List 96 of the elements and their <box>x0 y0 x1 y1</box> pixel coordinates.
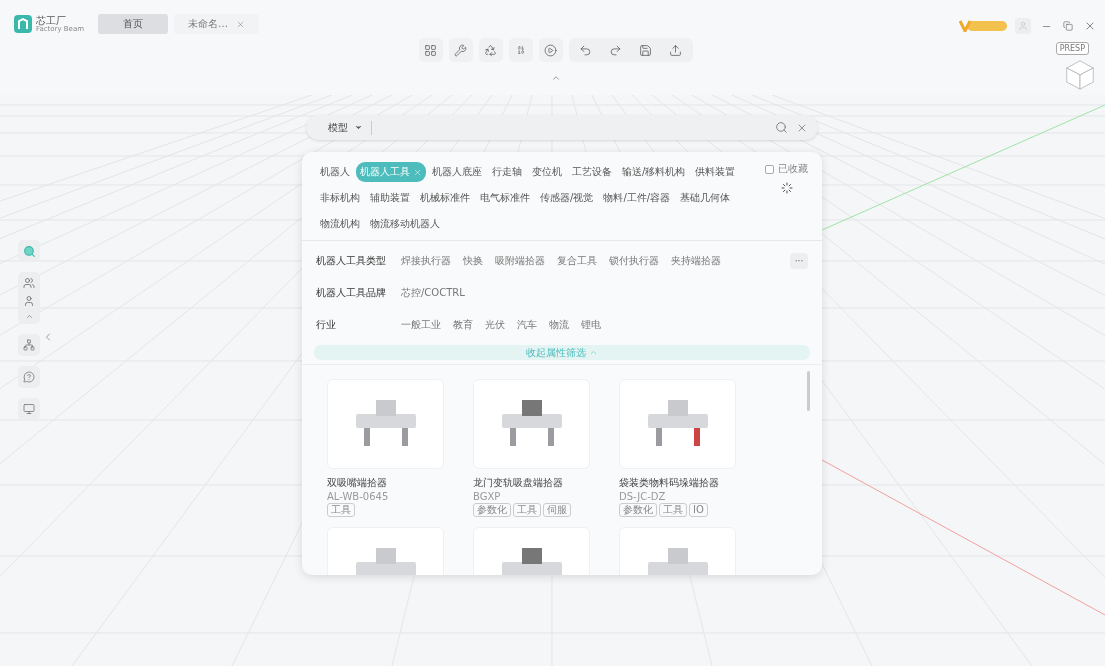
play-button[interactable] <box>538 38 563 62</box>
product-code: BGXP <box>473 491 502 502</box>
filter-option[interactable]: 物流 <box>549 318 569 332</box>
checkbox[interactable] <box>765 164 774 174</box>
redo-icon <box>609 43 622 57</box>
close-icon <box>1084 20 1096 32</box>
filter-option[interactable]: 焊接执行器 <box>401 254 451 268</box>
product-tag: 工具 <box>659 503 687 517</box>
category-chip[interactable]: 变位机 <box>528 162 566 182</box>
monitor-icon <box>23 403 35 415</box>
scope-dropdown[interactable]: 模型 <box>328 120 363 135</box>
undo-icon <box>579 43 592 57</box>
layout-button[interactable] <box>418 38 443 62</box>
product-name: 龙门变轨吸盘端拾器 <box>473 476 564 490</box>
category-chip[interactable]: 基础几何体 <box>676 188 735 208</box>
wrench-icon <box>454 43 467 57</box>
restore-icon <box>1063 21 1073 31</box>
filter-option[interactable]: 芯控/COCTRL <box>401 286 465 300</box>
filter-label: 机器人工具类型 <box>316 254 387 268</box>
logo-text: 芯工厂 <box>36 15 67 26</box>
remove-icon <box>413 167 422 177</box>
close-icon <box>236 19 245 29</box>
recycle-icon <box>484 43 497 57</box>
avatar-icon[interactable] <box>1015 18 1031 34</box>
product-name: 双吸嘴端拾器 <box>327 476 388 490</box>
category-chip[interactable]: 非标机构 <box>316 188 364 208</box>
more-button[interactable]: ··· <box>790 253 808 269</box>
search-field[interactable]: 模型 <box>306 115 818 140</box>
filter-option[interactable]: 一般工业 <box>401 318 441 332</box>
category-chip[interactable]: 辅助装置 <box>366 188 414 208</box>
scrollbar-thumb[interactable] <box>807 371 810 411</box>
chevron-up-icon <box>589 348 598 357</box>
category-chip[interactable]: 工艺设备 <box>568 162 616 182</box>
search-icon <box>22 244 36 258</box>
monitor-button[interactable] <box>18 398 40 420</box>
users-icon <box>23 277 35 289</box>
filter-option[interactable]: 锂电 <box>581 318 601 332</box>
favorites-checkbox[interactable]: 已收藏 <box>765 162 808 176</box>
tab[interactable]: 首页 <box>98 14 168 34</box>
category-chip[interactable]: 物流机构 <box>316 214 364 234</box>
favorites-label: 已收藏 <box>778 162 808 176</box>
product-image[interactable] <box>327 379 444 469</box>
product-tag: 伺服 <box>543 503 571 517</box>
product-code: DS-JC-DZ <box>619 491 667 502</box>
chevron-up-icon <box>550 73 561 83</box>
filter-option[interactable]: 教育 <box>453 318 473 332</box>
projection-mode-button[interactable]: PRESP <box>1055 42 1089 55</box>
user-icon <box>23 295 35 307</box>
category-chip[interactable]: 机器人底座 <box>428 162 486 182</box>
user-icon <box>1018 21 1028 31</box>
help-button[interactable] <box>18 366 40 388</box>
category-chip[interactable]: 供料装置 <box>691 162 740 182</box>
play-icon <box>544 43 557 57</box>
product-image[interactable] <box>473 379 590 469</box>
view-cube-icon[interactable] <box>1065 59 1095 91</box>
refresh-icon <box>780 182 793 194</box>
tab[interactable]: 未命名… <box>174 14 259 34</box>
filter-label: 行业 <box>316 318 337 332</box>
category-chip[interactable]: 电气标准件 <box>476 188 534 208</box>
grid-icon <box>424 43 437 57</box>
category-chip[interactable]: 行走轴 <box>488 162 526 182</box>
filter-option[interactable]: 复合工具 <box>557 254 597 268</box>
category-chip[interactable]: 输送/移料机构 <box>618 162 690 182</box>
wrench-button[interactable] <box>448 38 473 62</box>
product-image[interactable] <box>619 379 736 469</box>
network-icon <box>23 339 35 351</box>
network-button[interactable] <box>18 334 40 356</box>
filter-option[interactable]: 锁付执行器 <box>609 254 659 268</box>
category-chip[interactable]: 物流移动机器人 <box>366 214 444 234</box>
filter-option[interactable]: 汽车 <box>517 318 537 332</box>
help-icon <box>23 371 35 383</box>
binary-icon <box>515 45 526 55</box>
product-tag: IO <box>689 503 708 517</box>
caret-icon <box>354 123 363 132</box>
vip-badge-icon <box>959 20 1007 32</box>
product-tag: 参数化 <box>473 503 511 517</box>
product-name: 袋装类物料码垛端拾器 <box>619 476 720 490</box>
search-icon <box>775 121 788 134</box>
category-chip[interactable]: 传感器/视觉 <box>536 188 598 208</box>
filter-option[interactable]: 光伏 <box>485 318 505 332</box>
category-chip[interactable]: 机器人 <box>316 162 354 182</box>
upload-icon <box>669 43 682 57</box>
product-tag: 参数化 <box>619 503 657 517</box>
filter-option[interactable]: 吸附端拾器 <box>495 254 545 268</box>
logo-icon <box>14 15 32 33</box>
filter-option[interactable]: 夹持端拾器 <box>671 254 721 268</box>
recycle-button[interactable] <box>478 38 503 62</box>
category-chip[interactable]: 物料/工件/容器 <box>599 188 675 208</box>
search-button[interactable] <box>18 240 40 262</box>
product-code: AL-WB-0645 <box>327 491 390 502</box>
category-chip[interactable]: 机械标准件 <box>416 188 474 208</box>
filter-option[interactable]: 快换 <box>463 254 483 268</box>
filter-label: 机器人工具品牌 <box>316 286 387 300</box>
product-tag: 工具 <box>327 503 355 517</box>
product-tag: 工具 <box>513 503 541 517</box>
save-icon <box>639 43 652 57</box>
